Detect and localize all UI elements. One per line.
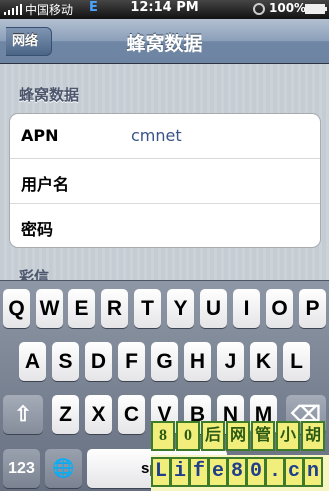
apn-field[interactable]: cmnet — [131, 126, 182, 145]
settings-content: 蜂窝数据 APN cmnet 用户名 密码 彩信 — [0, 64, 329, 286]
key-h[interactable]: H — [184, 342, 211, 381]
key-f[interactable]: F — [118, 342, 145, 381]
key-r[interactable]: R — [101, 289, 128, 328]
password-row[interactable]: 密码 — [10, 204, 320, 247]
battery-percent: 100% — [269, 1, 307, 15]
watermark-char: 8 — [151, 421, 175, 451]
site-watermark-logo: 8 0 后 网 管 小 胡 L i f e 8 0 . c n — [151, 421, 329, 491]
watermark-letter: n — [303, 457, 323, 487]
page-title: 蜂窝数据 — [126, 33, 203, 55]
watermark-letter: f — [189, 457, 209, 487]
globe-key[interactable]: 🌐 — [45, 449, 82, 488]
key-o[interactable]: O — [266, 289, 293, 328]
watermark-letter: 8 — [227, 457, 247, 487]
battery-icon — [305, 4, 327, 14]
watermark-top-row: 8 0 后 网 管 小 胡 — [151, 421, 329, 453]
key-d[interactable]: D — [85, 342, 112, 381]
section-header: 蜂窝数据 — [19, 86, 80, 104]
watermark-letter: i — [170, 457, 190, 487]
key-j[interactable]: J — [217, 342, 244, 381]
key-g[interactable]: G — [151, 342, 178, 381]
watermark-letter: e — [208, 457, 228, 487]
apn-label: APN — [21, 126, 59, 145]
numbers-key[interactable]: 123 — [3, 449, 40, 488]
key-y[interactable]: Y — [167, 289, 194, 328]
key-w[interactable]: W — [36, 289, 63, 328]
shift-icon: ⇧ — [14, 403, 32, 426]
key-s[interactable]: S — [52, 342, 79, 381]
status-bar: 中国移动 E 12:14 PM 100% — [0, 0, 329, 19]
key-u[interactable]: U — [200, 289, 227, 328]
watermark-bottom-row: L i f e 8 0 . c n — [151, 455, 329, 491]
navigation-bar: 网络 蜂窝数据 — [0, 19, 329, 64]
key-t[interactable]: T — [134, 289, 161, 328]
watermark-letter: L — [151, 457, 171, 487]
watermark-char: 胡 — [301, 421, 325, 451]
key-e[interactable]: E — [68, 289, 95, 328]
watermark-char: 0 — [176, 421, 200, 451]
rotation-lock-icon — [253, 3, 265, 15]
key-x[interactable]: X — [85, 395, 112, 434]
settings-group: APN cmnet 用户名 密码 — [9, 113, 321, 248]
username-label: 用户名 — [21, 175, 70, 194]
watermark-char: 网 — [226, 421, 250, 451]
key-k[interactable]: K — [250, 342, 277, 381]
watermark-letter: c — [284, 457, 304, 487]
key-a[interactable]: A — [19, 342, 46, 381]
key-c[interactable]: C — [118, 395, 145, 434]
watermark-char: 小 — [276, 421, 300, 451]
watermark-letter: 0 — [246, 457, 266, 487]
watermark-letter: . — [265, 457, 285, 487]
key-z[interactable]: Z — [52, 395, 79, 434]
key-i[interactable]: I — [233, 289, 260, 328]
key-p[interactable]: P — [299, 289, 326, 328]
watermark-char: 后 — [201, 421, 225, 451]
globe-icon: 🌐 — [52, 458, 75, 478]
key-q[interactable]: Q — [3, 289, 30, 328]
key-l[interactable]: L — [283, 342, 310, 381]
password-label: 密码 — [21, 220, 54, 239]
watermark-char: 管 — [251, 421, 275, 451]
shift-key[interactable]: ⇧ — [3, 395, 43, 434]
username-row[interactable]: 用户名 — [10, 159, 320, 204]
apn-row[interactable]: APN cmnet — [10, 114, 320, 159]
